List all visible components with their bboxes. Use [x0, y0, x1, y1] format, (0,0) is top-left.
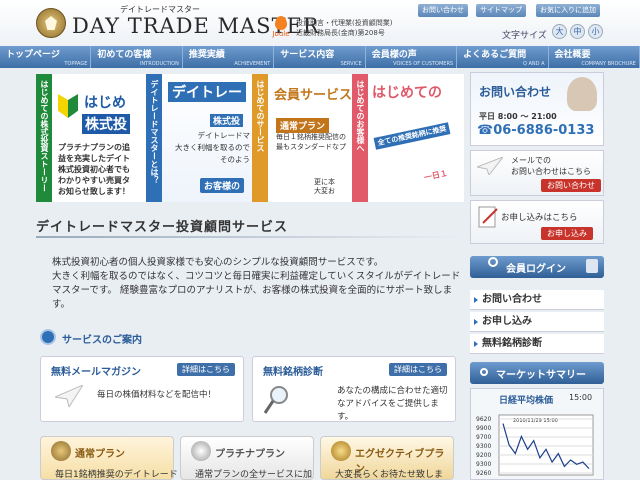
beginner-mark-icon: [58, 94, 78, 118]
application-form-icon: [478, 206, 498, 228]
nav-service[interactable]: サービス内容 SERVICE: [274, 46, 366, 68]
stock-diagnosis-details-button[interactable]: 詳細はこちら: [389, 363, 447, 376]
global-nav: トップページ TOPPAGE 初めての客様 INTRODUCTION 推奨実績 ACH…: [0, 46, 640, 68]
chart-tick-label: 9300: [476, 443, 491, 450]
market-chart-box: 日経平均株価 15:00 2010/11/29 15:00 9620 9900 970…: [470, 388, 604, 480]
page-title: デイトレードマスター投資顧問サービス: [36, 220, 289, 235]
chevron-circle-icon: [488, 257, 498, 267]
chart-tick-label: 9900: [476, 425, 491, 432]
operator-photo: [567, 77, 597, 111]
mail-magazine-details-button[interactable]: 詳細はこちら: [177, 363, 235, 376]
banner-member-service[interactable]: はじめてのサービス 会員サービス 通常プラン 毎日１銘柄推奨配信の 最もスタンダ…: [252, 74, 352, 202]
contact-box: お問い合わせ 平日 8:00 ～ 21:00 ☎06-6886-0133: [470, 72, 604, 146]
site-header: デイトレードマスター DAY TRADE MASTER Joule 投資助言・代…: [0, 0, 640, 46]
standard-plan-emblem-icon: [51, 441, 71, 461]
member-login-button[interactable]: 会員ログイン: [470, 256, 604, 278]
chart-tick-label: 9620: [476, 416, 491, 423]
joule-logo: Joule: [270, 16, 292, 40]
bullet-icon: [480, 368, 488, 376]
intro-text: 株式投資初心者の個人投資家様でも安心のシンプルな投資顧問サービスです。 大きく利…: [52, 257, 461, 310]
apply-button[interactable]: お申し込み: [541, 227, 593, 240]
service-heading: サービスのご案内: [36, 328, 464, 346]
chart-tick-label: 9300: [476, 461, 491, 468]
arrow-circle-icon: [40, 329, 56, 345]
mail-contact-button[interactable]: お問い合わせ: [541, 179, 601, 192]
font-size-label: 文字サイズ: [502, 31, 547, 41]
logo-emblem-icon[interactable]: [36, 8, 66, 38]
sidebar-item-apply[interactable]: お申し込み: [470, 312, 604, 332]
joule-drop-icon: [275, 16, 287, 30]
banner-about[interactable]: デイトレードマスターとは？ デイトレー 株式投 デイトレードマ 大きく利幅を取る…: [146, 74, 252, 202]
lock-icon: [586, 259, 598, 273]
plan-executive[interactable]: エグゼクティブプラン 大変長らくお待たせ致しま: [320, 436, 454, 480]
nav-qa[interactable]: よくあるご質問 Q AND A: [457, 46, 549, 68]
platinum-plan-emblem-icon: [191, 441, 211, 461]
top-link-contact[interactable]: お問い合わせ: [418, 4, 468, 17]
plan-standard[interactable]: 通常プラン 毎日1銘柄推奨のデイトレード: [40, 436, 178, 480]
phone-number[interactable]: ☎06-6886-0133: [477, 123, 594, 138]
chart-tick-label: 9260: [476, 470, 491, 477]
market-summary-heading: マーケットサマリー: [470, 362, 604, 384]
nav-introduction[interactable]: 初めての客様 INTRODUCTION: [91, 46, 183, 68]
nav-achievement[interactable]: 推奨実績 ACHIEVEMENT: [183, 46, 275, 68]
nav-voices[interactable]: 会員様の声 VOICES OF CUSTOMERS: [366, 46, 458, 68]
sidebar-item-stock-diagnosis[interactable]: 無料銘柄診断: [470, 334, 604, 354]
font-size-small-button[interactable]: 小: [588, 24, 603, 39]
nikkei-chart: 2010/11/29 15:00962099009700930092009300…: [476, 414, 594, 477]
free-stock-diagnosis-box: 無料銘柄診断 詳細はこちら あなたの構成に合わせた適切なアドバイスをご提供します…: [252, 356, 456, 422]
sidebar-item-contact[interactable]: お問い合わせ: [470, 290, 604, 310]
corporate-registration: 投資助言・代理業(投資顧問業) 近畿財務局長(金商)第208号: [296, 19, 393, 37]
nav-top[interactable]: トップページ TOPPAGE: [0, 46, 92, 68]
banner-slider: はじめての株式投資ストーリー はじめ 株式投 プラチナプランの追 益を充実したデ…: [36, 74, 464, 202]
chart-tick-label: 9700: [476, 434, 491, 441]
free-mail-magazine-box: 無料メールマガジン 詳細はこちら 毎日の株価材料などを配信中！: [40, 356, 244, 422]
apply-box: お申し込みはこちら お申し込み: [470, 200, 604, 244]
font-size-large-button[interactable]: 大: [552, 24, 567, 39]
magnifier-icon: [263, 386, 288, 414]
title-divider: [36, 236, 464, 238]
plan-platinum[interactable]: プラチナプラン 通常プランの全サービスに加: [180, 436, 314, 480]
font-size-medium-button[interactable]: 中: [570, 24, 585, 39]
paper-plane-icon: [55, 385, 83, 407]
paper-plane-icon: [477, 157, 503, 175]
banner-beginner[interactable]: はじめての株式投資ストーリー はじめ 株式投 プラチナプランの追 益を充実したデ…: [36, 74, 146, 202]
banner-first-time[interactable]: はじめてのお客様へ はじめての 全ての推奨銘柄に推奨 一日１: [352, 74, 464, 202]
mail-contact-box: メールでの お問い合わせはこちら お問い合わせ: [470, 150, 604, 196]
top-link-sitemap[interactable]: サイトマップ: [476, 4, 526, 17]
executive-plan-emblem-icon: [331, 441, 351, 461]
chart-tick-label: 9200: [476, 452, 491, 459]
top-link-bookmark[interactable]: お気に入りに追加: [536, 4, 600, 17]
nav-company[interactable]: 会社概要 COMPANY BROCHURE: [549, 46, 640, 68]
chart-plot-area: [498, 414, 594, 476]
